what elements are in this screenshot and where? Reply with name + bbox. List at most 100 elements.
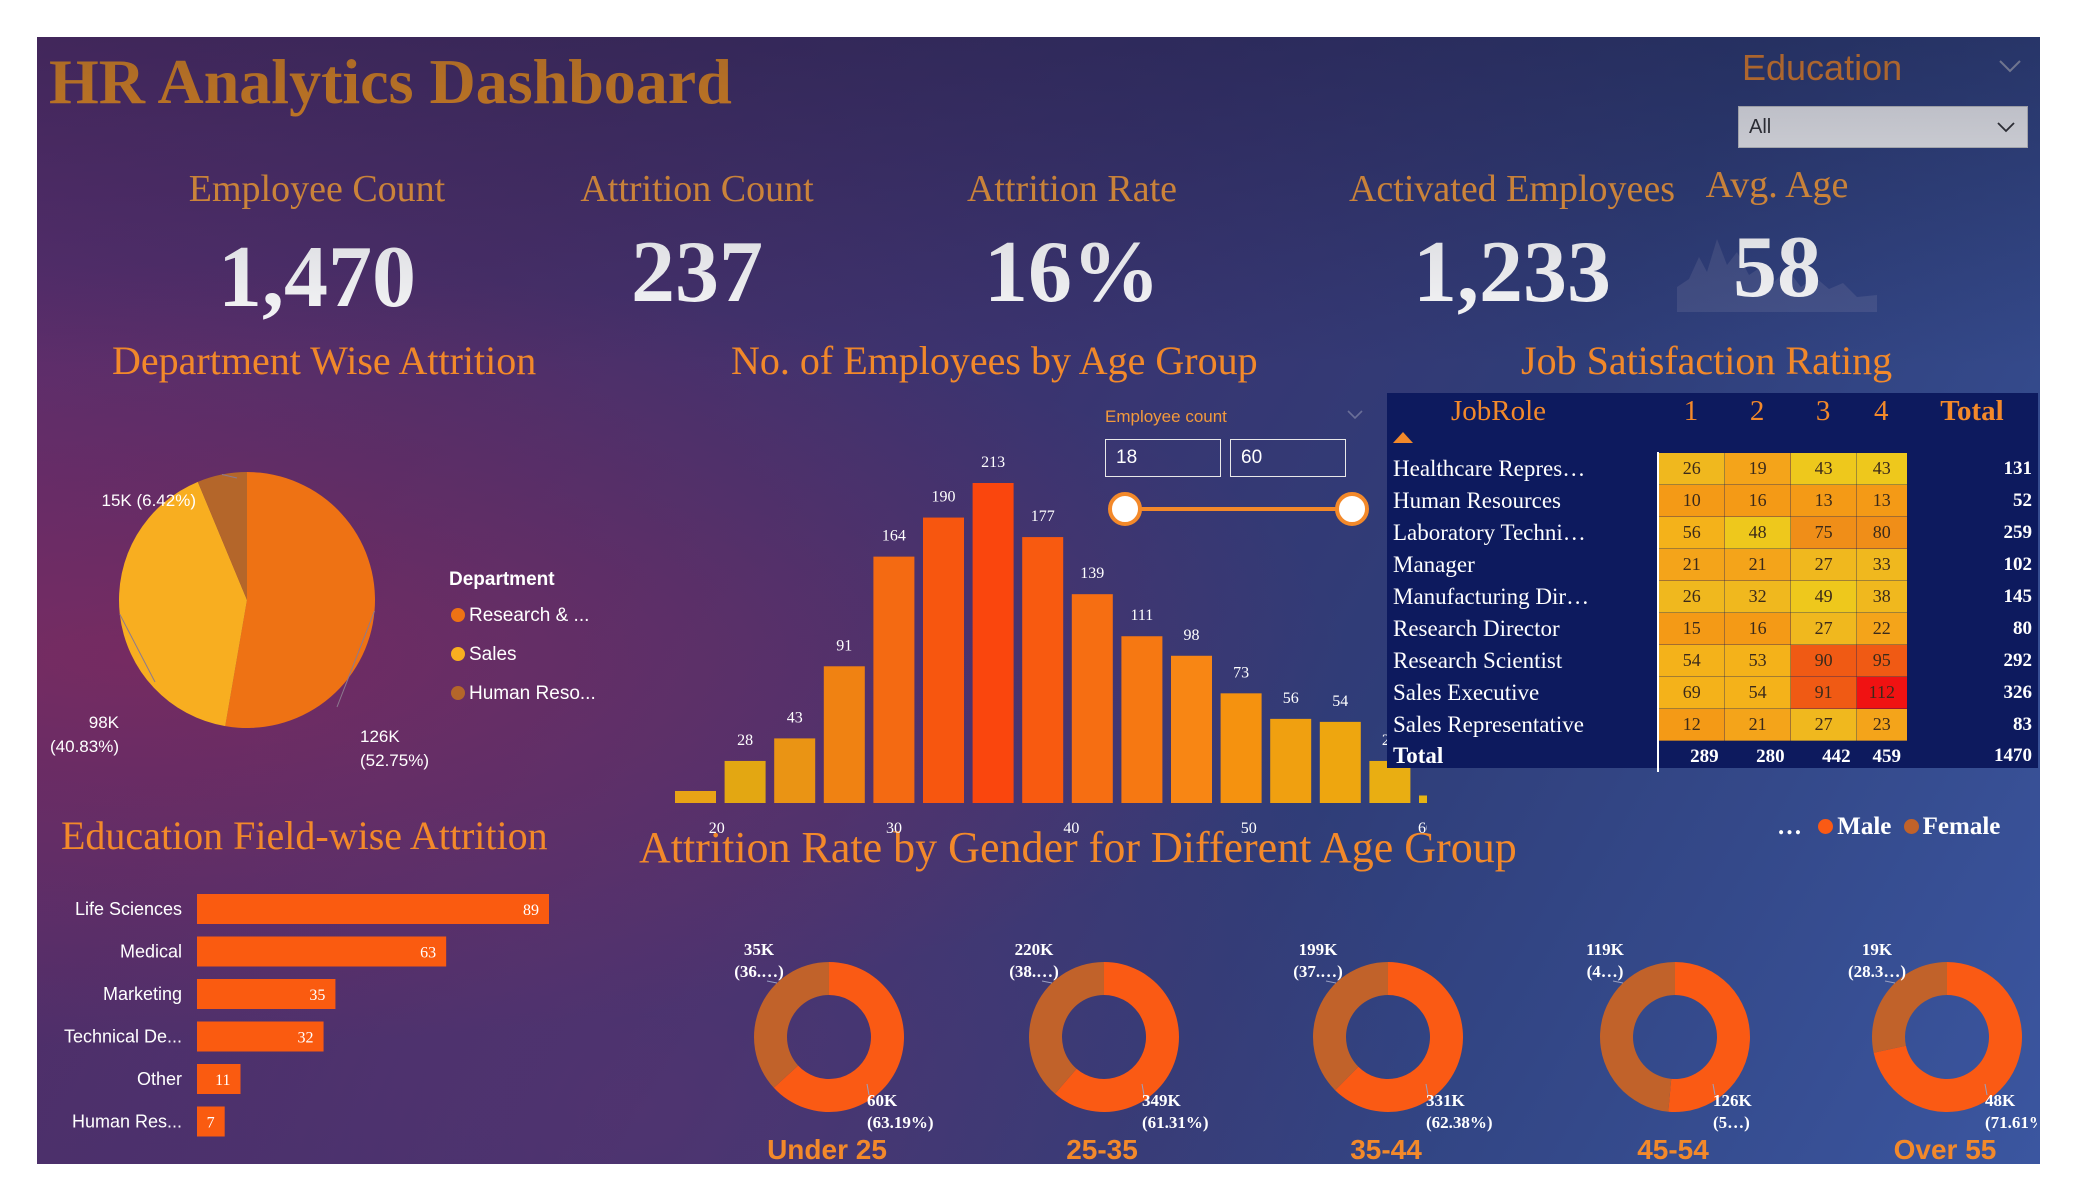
rating-cell: 95 — [1856, 644, 1908, 677]
rating-cell: 43 — [1790, 452, 1858, 485]
category-label: Technical De... — [64, 1027, 182, 1047]
bar-data-label: 213 — [981, 454, 1005, 471]
chevron-down-icon[interactable] — [1997, 53, 2023, 79]
column-header[interactable]: 3 — [1791, 393, 1857, 453]
rating-cell: 13 — [1790, 484, 1858, 517]
rating-cell: 15 — [1657, 612, 1726, 645]
male-value-label: 126K — [1713, 1091, 1753, 1110]
job-role-cell: Manufacturing Dir… — [1387, 580, 1660, 613]
rating-cell: 54 — [1657, 644, 1726, 677]
bar — [823, 666, 865, 803]
row-total-cell: 259 — [2003, 521, 2033, 543]
table-row: Laboratory Techni… 56 48 75 80 259 — [1387, 516, 2038, 549]
column-total-cell: 289 — [1690, 745, 1719, 767]
kpi-avg-age-label: Avg. Age — [1705, 164, 1849, 206]
column-header[interactable]: 4 — [1857, 393, 1907, 453]
rating-cell: 23 — [1856, 708, 1908, 741]
legend-title: Department — [449, 569, 555, 590]
rating-cell: 21 — [1724, 548, 1792, 581]
age-slider-min-handle[interactable] — [1108, 492, 1142, 526]
column-total-cell: 280 — [1756, 745, 1785, 767]
female-value-label: 220K — [1015, 940, 1055, 959]
job-role-cell: Laboratory Techni… — [1387, 516, 1660, 549]
category-label: Medical — [120, 942, 182, 962]
bar — [873, 556, 915, 803]
table-row: Research Director 15 16 27 22 80 — [1387, 612, 2038, 645]
bar-data-label: 28 — [737, 732, 753, 749]
rating-cell: 10 — [1657, 484, 1726, 517]
kpi-attrition-rate-value: 16% — [984, 224, 1160, 321]
chevron-down-icon[interactable] — [1345, 404, 1365, 424]
legend-more[interactable]: … — [1777, 813, 1802, 840]
category-label: Life Sciences — [75, 899, 182, 919]
kpi-attrition-count-label: Attrition Count — [580, 168, 814, 210]
rating-cell: 12 — [1657, 708, 1726, 741]
column-header[interactable]: JobRole — [1387, 393, 1658, 453]
female-percent-label: (4…) — [1587, 962, 1624, 981]
female-percent-label: (37.…) — [1293, 962, 1343, 981]
category-label: Human Res... — [72, 1112, 182, 1132]
age-min-input[interactable]: 18 — [1105, 439, 1221, 477]
table-row: Human Resources 10 16 13 13 52 — [1387, 484, 2038, 517]
age-group-label: Under 25 — [767, 1134, 887, 1164]
rating-cell: 26 — [1657, 452, 1726, 485]
page-title: HR Analytics Dashboard — [49, 46, 732, 117]
bar-data-label: 7 — [207, 1115, 215, 1132]
bar-data-label: 54 — [1332, 693, 1348, 710]
rating-cell: 48 — [1724, 516, 1792, 549]
column-header[interactable]: 2 — [1725, 393, 1791, 453]
x-tick-label: 40 — [1063, 820, 1079, 837]
female-percent-label: (36.…) — [734, 962, 784, 981]
legend-item: Sales — [469, 644, 517, 665]
donut-female-segment — [1600, 962, 1675, 1112]
bar — [724, 760, 766, 803]
leader-line — [766, 980, 778, 984]
bar — [197, 894, 549, 924]
bar-data-label: 11 — [215, 1072, 230, 1089]
age-group-title: No. of Employees by Age Group — [731, 338, 1258, 383]
column-header[interactable]: Total — [1907, 393, 2038, 453]
job-role-cell: Research Scientist — [1387, 644, 1660, 677]
column-total-cell: 442 — [1822, 745, 1851, 767]
rating-cell: 27 — [1790, 548, 1858, 581]
rating-cell: 22 — [1856, 612, 1908, 645]
category-label: Other — [137, 1069, 182, 1089]
table-row: Manufacturing Dir… 26 32 49 38 145 — [1387, 580, 2038, 613]
age-max-input[interactable]: 60 — [1230, 439, 1346, 477]
rating-cell: 53 — [1724, 644, 1792, 677]
kpi-avg-age-value: 58 — [1733, 219, 1821, 316]
education-field-bar-chart: Life Sciences 89 Medical 63 Marketing 35 Techn… — [64, 894, 549, 1137]
rating-cell: 32 — [1724, 580, 1792, 613]
legend-marker — [451, 608, 465, 622]
rating-cell: 49 — [1790, 580, 1858, 613]
male-percent-label: (61.31%) — [1142, 1113, 1209, 1132]
rating-cell: 19 — [1724, 452, 1792, 485]
total-label-cell: Total — [1387, 740, 1660, 772]
bar-data-label: 32 — [298, 1030, 314, 1047]
rating-cell: 112 — [1856, 676, 1908, 709]
rating-cell: 21 — [1724, 708, 1792, 741]
gender-legend: … Male Female — [1777, 813, 2000, 841]
column-header[interactable]: 1 — [1658, 393, 1724, 453]
bar — [1319, 721, 1361, 803]
male-percent-label: (71.61%) — [1985, 1113, 2037, 1132]
age-slider-max-handle[interactable] — [1335, 492, 1369, 526]
rating-cell: 13 — [1856, 484, 1908, 517]
age-group-label: 35-44 — [1350, 1134, 1422, 1164]
legend-male-marker — [1818, 819, 1834, 834]
legend-male-label: Male — [1837, 813, 1892, 840]
age-group-label: 45-54 — [1637, 1134, 1709, 1164]
education-dropdown[interactable]: All — [1738, 106, 2028, 148]
rating-cell: 26 — [1657, 580, 1726, 613]
male-percent-label: (62.38%) — [1426, 1113, 1493, 1132]
sort-ascending-icon[interactable] — [1393, 432, 1413, 443]
donut-male-segment — [1668, 962, 1750, 1112]
female-percent-label: (28.3…) — [1848, 962, 1906, 981]
bar — [1270, 718, 1312, 803]
age-slider-track[interactable] — [1130, 507, 1355, 511]
leader-line — [1325, 980, 1337, 984]
bar — [197, 936, 447, 967]
rating-cell: 80 — [1856, 516, 1908, 549]
rating-cell: 75 — [1790, 516, 1858, 549]
bar — [1171, 655, 1212, 803]
